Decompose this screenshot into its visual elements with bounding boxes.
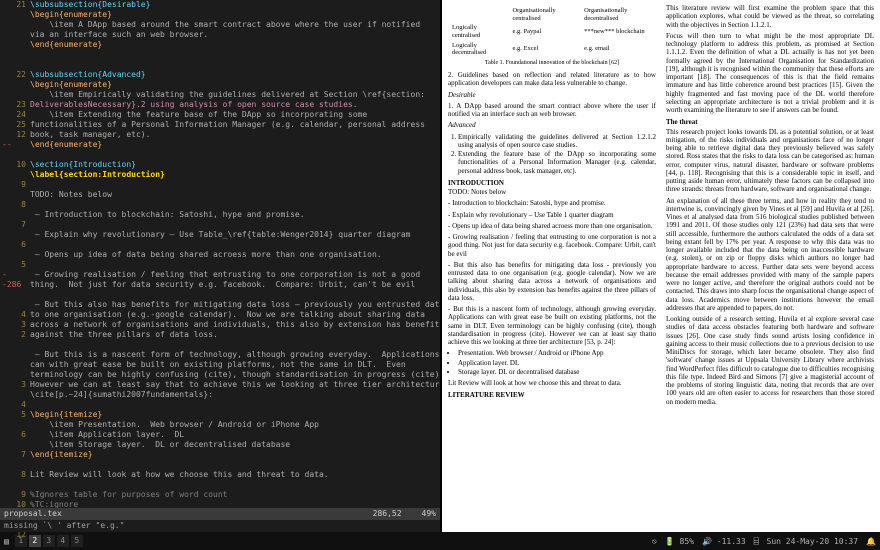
vim-editor-pane[interactable]: 212223242512--1098765--28643234567891011… xyxy=(0,0,440,532)
vim-statusline: proposal.tex 286,52 49% xyxy=(0,508,440,520)
intro-bullet: - Growing realisation / feeling that ent… xyxy=(448,233,656,258)
threat-p: Looking outside of a research setting, H… xyxy=(666,315,874,406)
status-filename: proposal.tex xyxy=(4,508,373,520)
clock[interactable]: Sun 24-May-20 10:37 xyxy=(767,537,859,546)
workspace-3[interactable]: 3 xyxy=(43,535,55,547)
system-tray[interactable]: ⎋ 🔋 85% 🔊 -11.33 ⌸ Sun 24-May-20 10:37 🔔 xyxy=(652,537,876,546)
intro-bullet: - Explain why revolutionary – Use Table … xyxy=(448,211,656,219)
volume-indicator[interactable]: 🔊 -11.33 xyxy=(702,537,746,546)
introduction-heading: INTRODUCTION xyxy=(448,179,656,187)
advanced-heading: Advanced xyxy=(448,121,476,129)
table-caption: Table 1. Foundational innovation of the … xyxy=(448,60,656,67)
lit-p: This literature review will first examin… xyxy=(666,4,874,29)
necessary-item: 2. Guidelines based on reflection and re… xyxy=(448,71,656,88)
workspace-2[interactable]: 2 xyxy=(29,535,41,547)
intro-bullet: - Opens up idea of data being shared acr… xyxy=(448,222,656,230)
code-area[interactable]: \subsubsection{Desirable}\begin{enumerat… xyxy=(30,0,440,508)
taskbar[interactable]: ▤ 12345 ⎋ 🔋 85% 🔊 -11.33 ⌸ Sun 24-May-20… xyxy=(0,532,880,550)
status-cursor-pos: 286,52 xyxy=(373,508,402,520)
intro-bullet: - But this also has benefits for mitigat… xyxy=(448,261,656,302)
threat-heading: The threat xyxy=(666,118,874,126)
intro-itemize: Presentation. Web browser / Android or i… xyxy=(458,349,656,376)
lit-review-heading: LITERATURE REVIEW xyxy=(448,391,656,399)
intro-todo: TODO: Notes below xyxy=(448,188,656,196)
threat-p: This research project looks towards DL a… xyxy=(666,128,874,194)
notification-icon[interactable]: 🔔 xyxy=(866,537,876,546)
workspace-4[interactable]: 4 xyxy=(57,535,69,547)
lit-p: Focus will then turn to what might be th… xyxy=(666,32,874,115)
tray-icon[interactable]: ⎋ xyxy=(652,537,657,546)
vim-messageline: missing `\ ' after "e.g." xyxy=(0,520,440,532)
advanced-list: Empirically validating the guidelines de… xyxy=(458,133,656,175)
status-percent: 49% xyxy=(422,508,436,520)
desirable-item: 1. A DApp based around the smart contrac… xyxy=(448,102,656,119)
pdf-preview-pane[interactable]: Organisationally centralisedOrganisation… xyxy=(442,0,880,532)
workspace-5[interactable]: 5 xyxy=(71,535,83,547)
battery-indicator[interactable]: 🔋 85% xyxy=(665,537,694,546)
intro-bullet: - But this is a nascent form of technolo… xyxy=(448,305,656,346)
threat-p: An explanation of all these three terms,… xyxy=(666,197,874,313)
intro-bullet: - Introduction to blockchain: Satoshi, h… xyxy=(448,199,656,207)
pdf-table: Organisationally centralisedOrganisation… xyxy=(448,6,656,58)
intro-closing: Lit Review will look at how we choose th… xyxy=(448,379,656,387)
network-icon[interactable]: ⌸ xyxy=(754,537,759,546)
line-number-gutter: 212223242512--1098765--28643234567891011… xyxy=(0,0,30,508)
desirable-heading: Desirable xyxy=(448,91,476,99)
